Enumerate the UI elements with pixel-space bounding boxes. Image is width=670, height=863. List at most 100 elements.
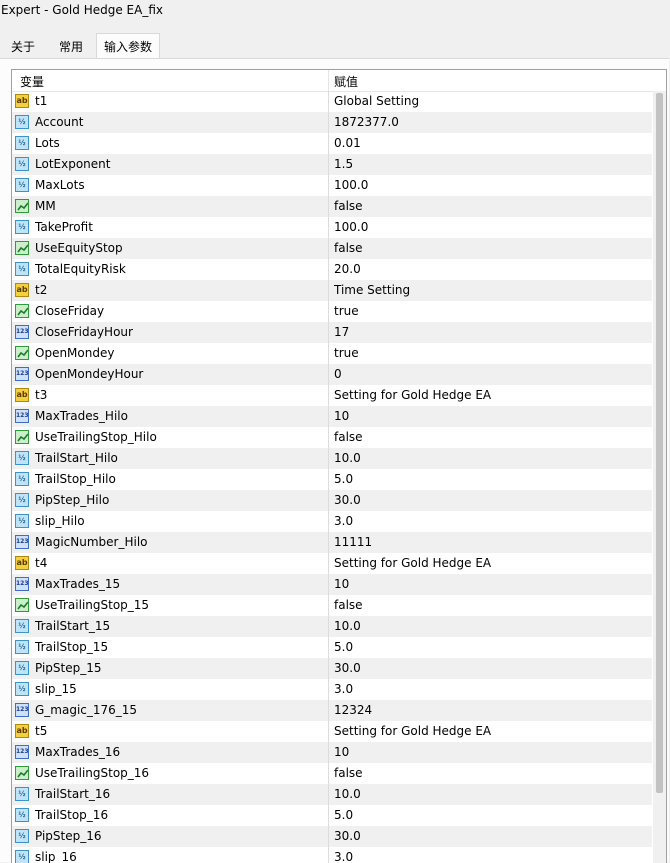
column-divider bbox=[328, 196, 329, 217]
table-row[interactable]: ½ TotalEquityRisk 20.0 bbox=[12, 259, 652, 280]
double-type-icon: ½ bbox=[15, 451, 29, 465]
column-divider bbox=[328, 364, 329, 385]
parameter-value[interactable]: 0 bbox=[334, 367, 342, 382]
table-row[interactable]: ½ slip_Hilo 3.0 bbox=[12, 511, 652, 532]
parameter-name: slip_15 bbox=[35, 682, 77, 696]
double-type-icon: ½ bbox=[15, 178, 29, 192]
table-row[interactable]: ½ TrailStop_15 5.0 bbox=[12, 637, 652, 658]
column-divider bbox=[328, 637, 329, 658]
table-row[interactable]: ½ TrailStart_16 10.0 bbox=[12, 784, 652, 805]
parameter-value[interactable]: 5.0 bbox=[334, 640, 353, 655]
parameter-value[interactable]: 100.0 bbox=[334, 220, 368, 235]
table-row[interactable]: ½ TrailStart_15 10.0 bbox=[12, 616, 652, 637]
parameter-value[interactable]: false bbox=[334, 766, 363, 781]
parameter-value[interactable]: Setting for Gold Hedge EA bbox=[334, 556, 491, 571]
table-row[interactable]: ab t1 Global Setting bbox=[12, 91, 652, 112]
table-row[interactable]: 123 CloseFridayHour 17 bbox=[12, 322, 652, 343]
parameter-value[interactable]: 10 bbox=[334, 745, 349, 760]
parameter-value[interactable]: false bbox=[334, 199, 363, 214]
parameter-value[interactable]: false bbox=[334, 241, 363, 256]
table-row[interactable]: ½ TrailStart_Hilo 10.0 bbox=[12, 448, 652, 469]
table-row[interactable]: ab t4 Setting for Gold Hedge EA bbox=[12, 553, 652, 574]
parameter-value[interactable]: Time Setting bbox=[334, 283, 410, 298]
grid-body: ab t1 Global Setting ½ Account 1872377.0 ½ Lots… bbox=[12, 91, 652, 863]
parameter-value[interactable]: 10.0 bbox=[334, 619, 361, 634]
parameter-value[interactable]: Global Setting bbox=[334, 94, 419, 109]
table-row[interactable]: 123 MaxTrades_16 10 bbox=[12, 742, 652, 763]
parameter-value[interactable]: Setting for Gold Hedge EA bbox=[334, 388, 491, 403]
table-row[interactable]: ab t2 Time Setting bbox=[12, 280, 652, 301]
parameter-value[interactable]: 20.0 bbox=[334, 262, 361, 277]
parameter-value[interactable]: 0.01 bbox=[334, 136, 361, 151]
parameter-value[interactable]: false bbox=[334, 598, 363, 613]
column-header-variable[interactable]: 变量 bbox=[20, 73, 44, 90]
table-row[interactable]: ½ TakeProfit 100.0 bbox=[12, 217, 652, 238]
table-row[interactable]: ½ MaxLots 100.0 bbox=[12, 175, 652, 196]
table-row[interactable]: UseTrailingStop_16 false bbox=[12, 763, 652, 784]
parameter-value[interactable]: 1.5 bbox=[334, 157, 353, 172]
column-divider bbox=[328, 217, 329, 238]
parameter-value[interactable]: 3.0 bbox=[334, 850, 353, 863]
table-row[interactable]: UseEquityStop false bbox=[12, 238, 652, 259]
vertical-scrollbar[interactable] bbox=[653, 91, 666, 863]
table-row[interactable]: UseTrailingStop_Hilo false bbox=[12, 427, 652, 448]
parameters-grid: 变量 赋值 ab t1 Global Setting ½ Account 1872377.… bbox=[11, 69, 667, 863]
parameter-value[interactable]: 11111 bbox=[334, 535, 372, 550]
table-row[interactable]: CloseFriday true bbox=[12, 301, 652, 322]
parameter-value[interactable]: 3.0 bbox=[334, 514, 353, 529]
column-divider bbox=[328, 826, 329, 847]
table-row[interactable]: 123 MagicNumber_Hilo 11111 bbox=[12, 532, 652, 553]
parameter-value[interactable]: 30.0 bbox=[334, 829, 361, 844]
table-row[interactable]: MM false bbox=[12, 196, 652, 217]
column-divider bbox=[328, 259, 329, 280]
tab-inputs[interactable]: 输入参数 bbox=[96, 33, 160, 59]
table-row[interactable]: ab t5 Setting for Gold Hedge EA bbox=[12, 721, 652, 742]
tab-bar: 关于 常用 输入参数 bbox=[0, 33, 670, 59]
parameter-value[interactable]: 10 bbox=[334, 409, 349, 424]
table-row[interactable]: ½ LotExponent 1.5 bbox=[12, 154, 652, 175]
table-row[interactable]: ab t3 Setting for Gold Hedge EA bbox=[12, 385, 652, 406]
parameter-value[interactable]: 17 bbox=[334, 325, 349, 340]
parameter-value[interactable]: 100.0 bbox=[334, 178, 368, 193]
parameter-value[interactable]: 3.0 bbox=[334, 682, 353, 697]
table-row[interactable]: UseTrailingStop_15 false bbox=[12, 595, 652, 616]
parameter-value[interactable]: 10.0 bbox=[334, 451, 361, 466]
column-divider[interactable] bbox=[328, 70, 329, 91]
parameter-name: t2 bbox=[35, 283, 48, 297]
parameter-value[interactable]: false bbox=[334, 430, 363, 445]
parameter-value[interactable]: Setting for Gold Hedge EA bbox=[334, 724, 491, 739]
parameter-value[interactable]: 1872377.0 bbox=[334, 115, 399, 130]
parameter-value[interactable]: 5.0 bbox=[334, 472, 353, 487]
column-header-value[interactable]: 赋值 bbox=[334, 73, 358, 90]
double-type-icon: ½ bbox=[15, 619, 29, 633]
table-row[interactable]: ½ TrailStop_16 5.0 bbox=[12, 805, 652, 826]
parameter-name: CloseFridayHour bbox=[35, 325, 133, 339]
parameter-name: LotExponent bbox=[35, 157, 111, 171]
parameter-value[interactable]: 30.0 bbox=[334, 493, 361, 508]
parameter-value[interactable]: 12324 bbox=[334, 703, 372, 718]
table-row[interactable]: ½ Lots 0.01 bbox=[12, 133, 652, 154]
parameter-value[interactable]: 10 bbox=[334, 577, 349, 592]
parameter-value[interactable]: true bbox=[334, 346, 359, 361]
parameter-value[interactable]: 5.0 bbox=[334, 808, 353, 823]
table-row[interactable]: ½ PipStep_Hilo 30.0 bbox=[12, 490, 652, 511]
parameter-value[interactable]: true bbox=[334, 304, 359, 319]
table-row[interactable]: ½ PipStep_16 30.0 bbox=[12, 826, 652, 847]
integer-type-icon: 123 bbox=[15, 409, 29, 423]
parameter-name: UseTrailingStop_Hilo bbox=[35, 430, 157, 444]
integer-type-icon: 123 bbox=[15, 535, 29, 549]
table-row[interactable]: ½ Account 1872377.0 bbox=[12, 112, 652, 133]
table-row[interactable]: OpenMondey true bbox=[12, 343, 652, 364]
scrollbar-thumb[interactable] bbox=[656, 93, 663, 793]
table-row[interactable]: 123 MaxTrades_15 10 bbox=[12, 574, 652, 595]
table-row[interactable]: 123 MaxTrades_Hilo 10 bbox=[12, 406, 652, 427]
table-row[interactable]: ½ TrailStop_Hilo 5.0 bbox=[12, 469, 652, 490]
table-row[interactable]: ½ slip_15 3.0 bbox=[12, 679, 652, 700]
parameter-value[interactable]: 30.0 bbox=[334, 661, 361, 676]
table-row[interactable]: ½ PipStep_15 30.0 bbox=[12, 658, 652, 679]
table-row[interactable]: 123 OpenMondeyHour 0 bbox=[12, 364, 652, 385]
parameter-value[interactable]: 10.0 bbox=[334, 787, 361, 802]
tab-about[interactable]: 关于 bbox=[0, 36, 46, 59]
tab-common[interactable]: 常用 bbox=[48, 36, 94, 59]
table-row[interactable]: 123 G_magic_176_15 12324 bbox=[12, 700, 652, 721]
